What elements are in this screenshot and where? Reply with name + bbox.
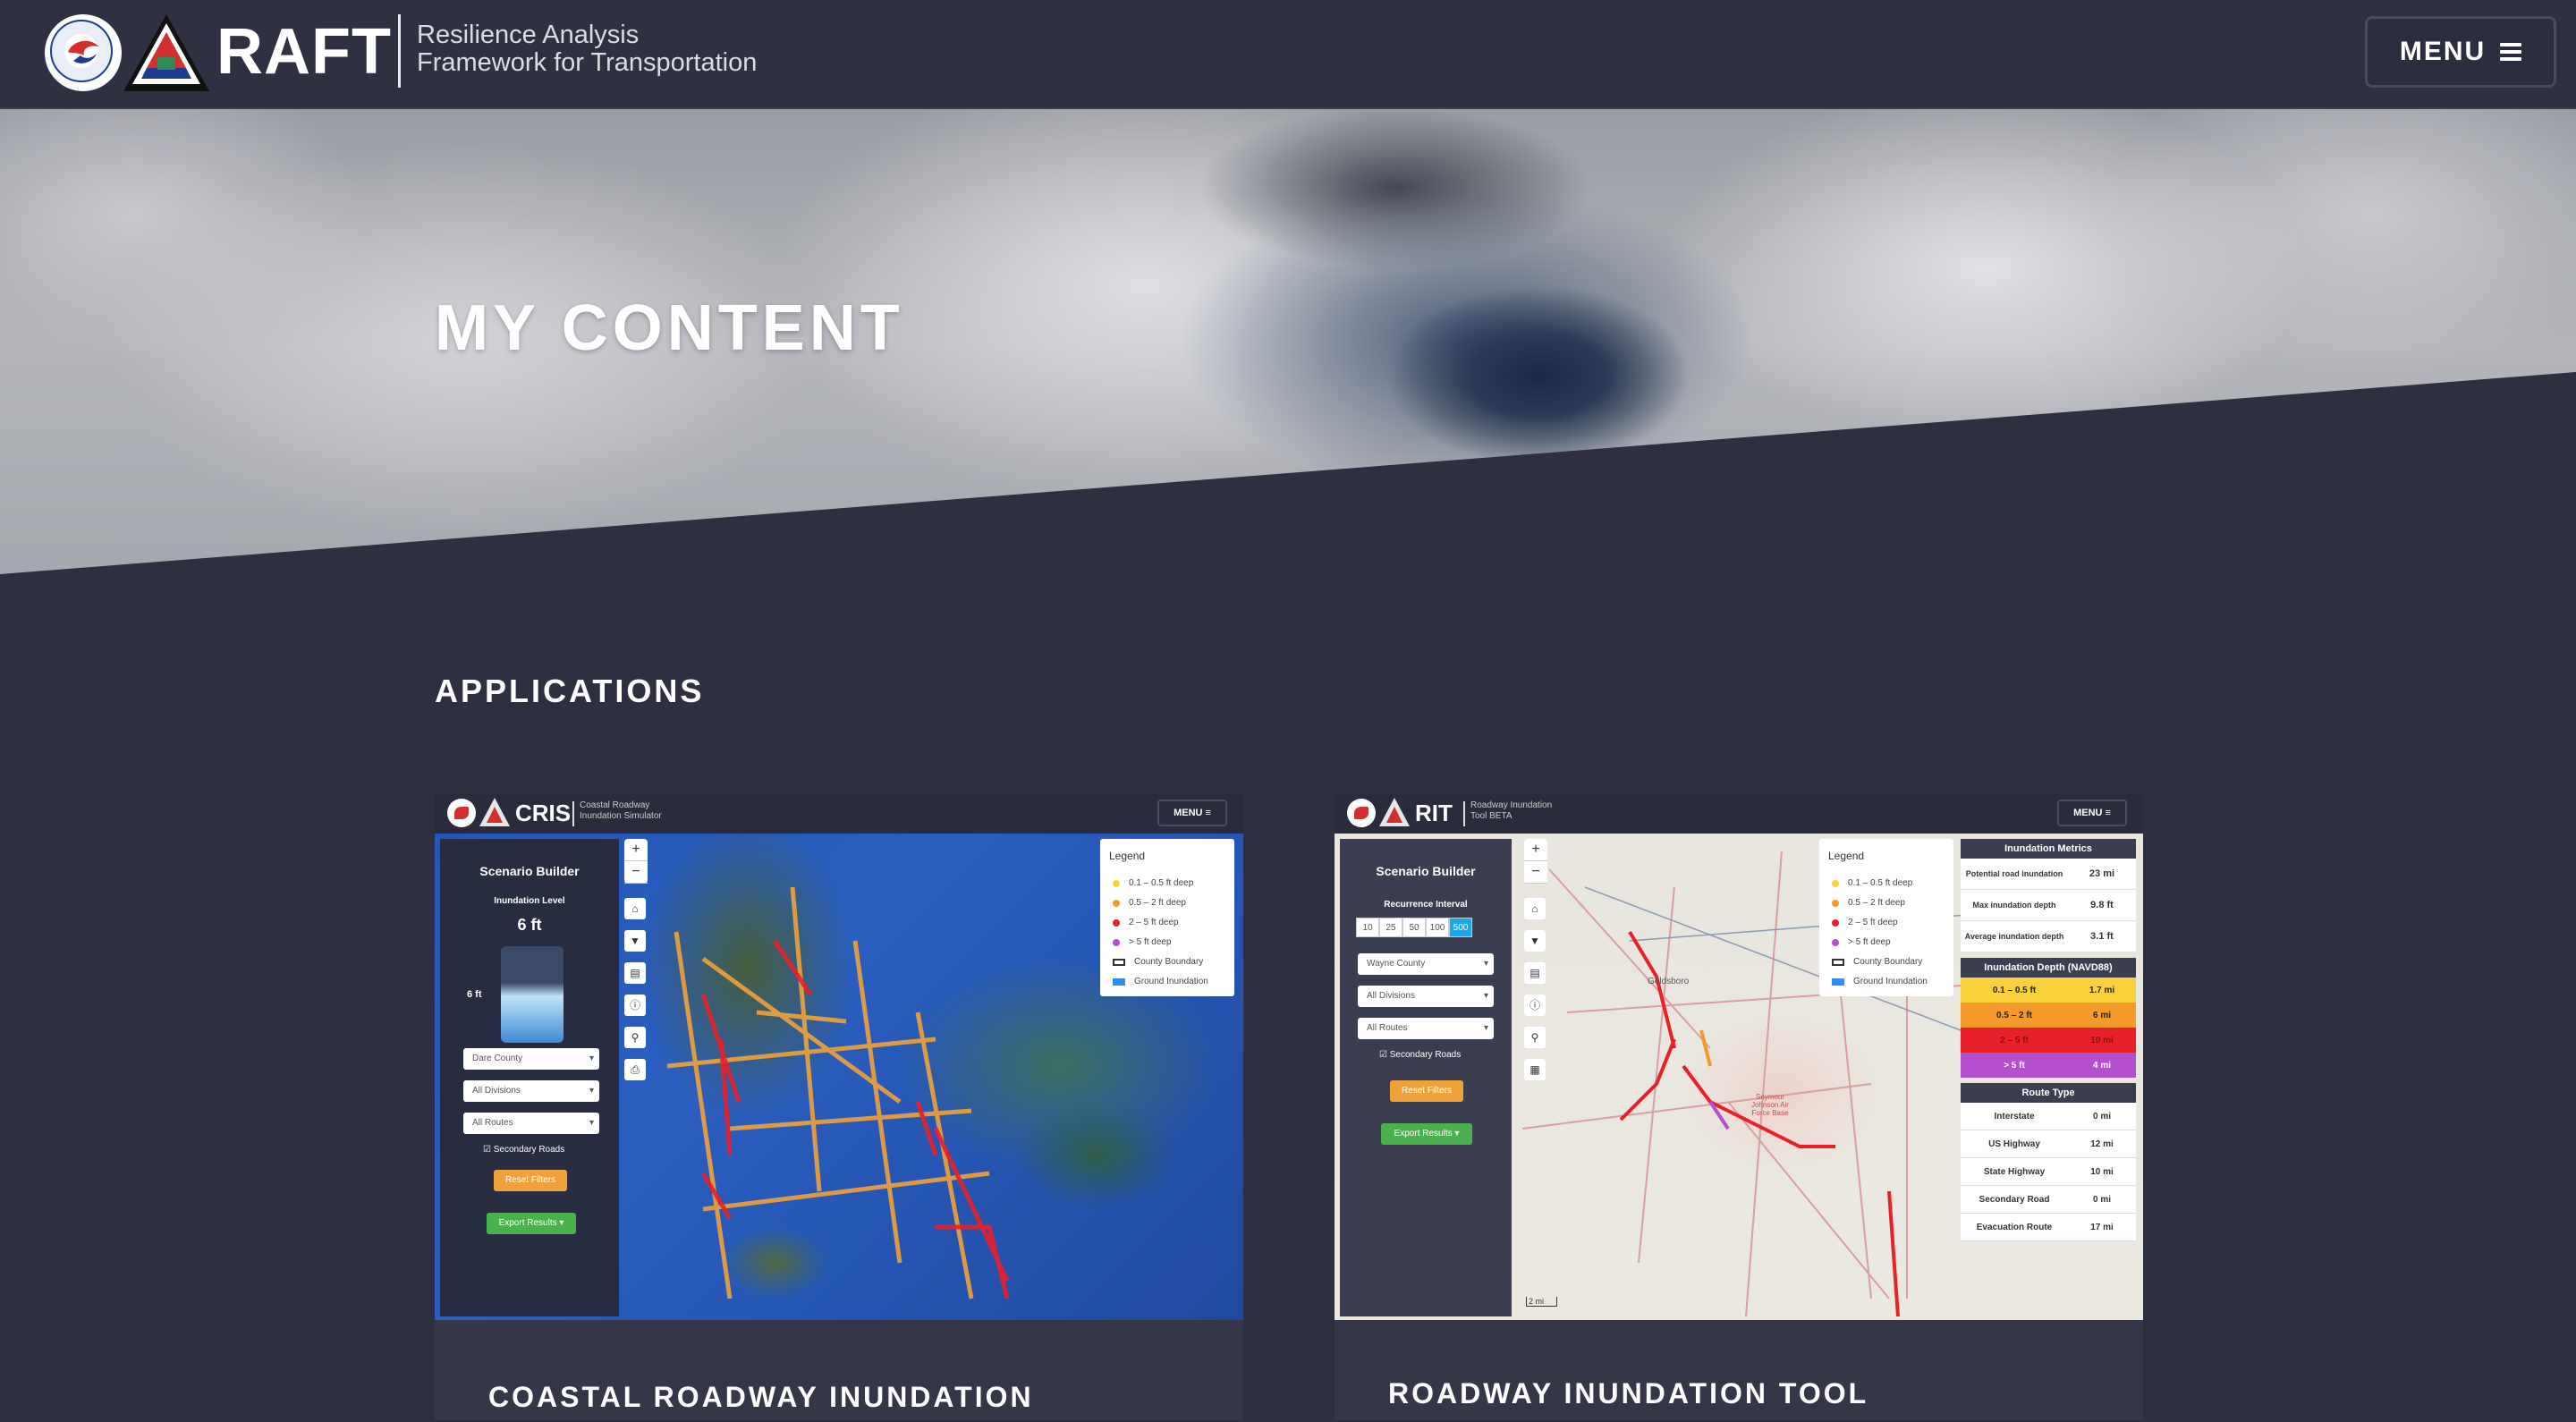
routes-select: All Routes (463, 1113, 599, 1134)
cris-menu-button: MENU ≡ (1157, 800, 1227, 826)
map-tool-buttons: ⌂ ▼ ▤ ⓘ ⚲ ⎙ (624, 898, 648, 1091)
cris-app-header: CRIS Coastal Roadway Inundation Simulato… (435, 794, 1243, 834)
inundation-level-label: Inundation Level (494, 896, 565, 906)
search-icon: ⚲ (1524, 1027, 1546, 1048)
satellite-icon: ▦ (1524, 1059, 1546, 1080)
north-carolina-triangle-logo[interactable] (122, 13, 211, 93)
rit-road-map: Goldsboro Seymour Johnson Air Force Base… (1335, 834, 2143, 1320)
brand-subtitle-line2: Framework for Transportation (417, 48, 758, 77)
chart-icon: ▤ (624, 962, 646, 984)
inundation-level-slider (501, 946, 564, 1043)
rit-menu-button: MENU ≡ (2057, 800, 2127, 826)
cris-app-screenshot[interactable]: CRIS Coastal Roadway Inundation Simulato… (435, 794, 1243, 1320)
applications-heading: APPLICATIONS (435, 673, 705, 709)
hero-banner-hurricane-image (0, 107, 2576, 574)
inundation-metrics-panel: Inundation Metrics Potential road inunda… (1961, 839, 2136, 1241)
routes-select: All Routes (1358, 1018, 1494, 1039)
divisions-select: All Divisions (463, 1080, 599, 1102)
cris-brand: CRIS (515, 800, 572, 826)
recurrence-interval-buttons: 10 25 50 100 500 (1356, 918, 1472, 937)
top-navigation-bar: RAFT Resilience Analysis Framework for T… (0, 0, 2576, 109)
inundation-level-value: 6 ft (517, 916, 542, 934)
info-icon: ⓘ (624, 995, 646, 1016)
ncdot-seal-logo (447, 799, 476, 827)
rit-subtitle: Roadway Inundation Tool BETA (1470, 800, 1553, 821)
print-icon: ⎙ (624, 1059, 646, 1080)
zoom-controls: + − (624, 839, 648, 884)
secondary-roads-checkbox: ☑ Secondary Roads (1379, 1050, 1462, 1060)
rit-app-header: RIT Roadway Inundation Tool BETA MENU ≡ (1335, 794, 2143, 834)
secondary-roads-checkbox: ☑ Secondary Roads (483, 1145, 565, 1155)
rit-app-screenshot[interactable]: RIT Roadway Inundation Tool BETA MENU ≡ (1335, 794, 2143, 1320)
county-select: Dare County (463, 1048, 599, 1070)
ncdot-seal-logo (1347, 799, 1376, 827)
brand-subtitle: Resilience Analysis Framework for Transp… (417, 21, 757, 77)
zoom-controls: + − (1524, 839, 1547, 884)
brand-divider (398, 14, 401, 88)
map-label-goldsboro: Goldsboro (1648, 977, 1690, 986)
county-select: Wayne County (1358, 953, 1494, 975)
rit-legend: Legend 0.1 – 0.5 ft deep 0.5 – 2 ft deep… (1819, 839, 1953, 996)
cris-legend: Legend 0.1 – 0.5 ft deep 0.5 – 2 ft deep… (1100, 839, 1234, 996)
brand-subtitle-line1: Resilience Analysis (417, 21, 640, 49)
hamburger-icon (2500, 43, 2522, 61)
divisions-select: All Divisions (1358, 986, 1494, 1007)
cris-inundation-map: Scenario Builder Inundation Level 6 ft 6… (435, 834, 1243, 1320)
card-title-roadway-inundation-tool[interactable]: ROADWAY INUNDATION TOOL (1388, 1377, 1868, 1410)
scenario-builder-title: Scenario Builder (1376, 864, 1476, 878)
ncdot-seal-logo[interactable] (45, 14, 122, 91)
filter-icon: ▼ (1524, 930, 1546, 952)
rit-brand: RIT (1415, 800, 1453, 826)
scenario-builder-title: Scenario Builder (479, 864, 580, 878)
chart-icon: ▤ (1524, 962, 1546, 984)
export-results-button: Export Results ▾ (487, 1213, 576, 1234)
card-title-coastal-roadway-inundation[interactable]: COASTAL ROADWAY INUNDATION (488, 1381, 1034, 1414)
gauge-label: 6 ft (467, 989, 482, 1000)
cris-scenario-builder-panel: Scenario Builder Inundation Level 6 ft 6… (440, 839, 619, 1316)
page-title: MY CONTENT (435, 292, 904, 364)
search-icon: ⚲ (624, 1027, 646, 1048)
rit-scenario-builder-panel: Scenario Builder Recurrence Interval 10 2… (1340, 839, 1512, 1316)
map-label-afb: Seymour Johnson Air Force Base (1751, 1093, 1789, 1117)
application-card-cris[interactable]: CRIS Coastal Roadway Inundation Simulato… (435, 794, 1243, 1420)
nc-triangle-logo (1379, 798, 1410, 826)
brand-name[interactable]: RAFT (216, 13, 392, 91)
home-icon: ⌂ (624, 898, 646, 919)
info-icon: ⓘ (1524, 995, 1546, 1016)
application-card-rit[interactable]: RIT Roadway Inundation Tool BETA MENU ≡ (1335, 794, 2143, 1420)
nc-triangle-logo (479, 798, 510, 826)
menu-label: MENU (2399, 37, 2487, 66)
recurrence-interval-label: Recurrence Interval (1384, 900, 1468, 910)
map-scale-bar: 2 mi (1526, 1297, 1558, 1307)
cris-subtitle: Coastal Roadway Inundation Simulator (580, 800, 662, 821)
filter-icon: ▼ (624, 930, 646, 952)
export-results-button: Export Results ▾ (1381, 1123, 1472, 1145)
home-icon: ⌂ (1524, 898, 1546, 919)
reset-filters-button: Reset Filters (1390, 1080, 1463, 1102)
map-tool-buttons: ⌂ ▼ ▤ ⓘ ⚲ ▦ (1524, 898, 1547, 1091)
reset-filters-button: Reset Filters (494, 1170, 567, 1191)
menu-button[interactable]: MENU (2365, 16, 2556, 88)
